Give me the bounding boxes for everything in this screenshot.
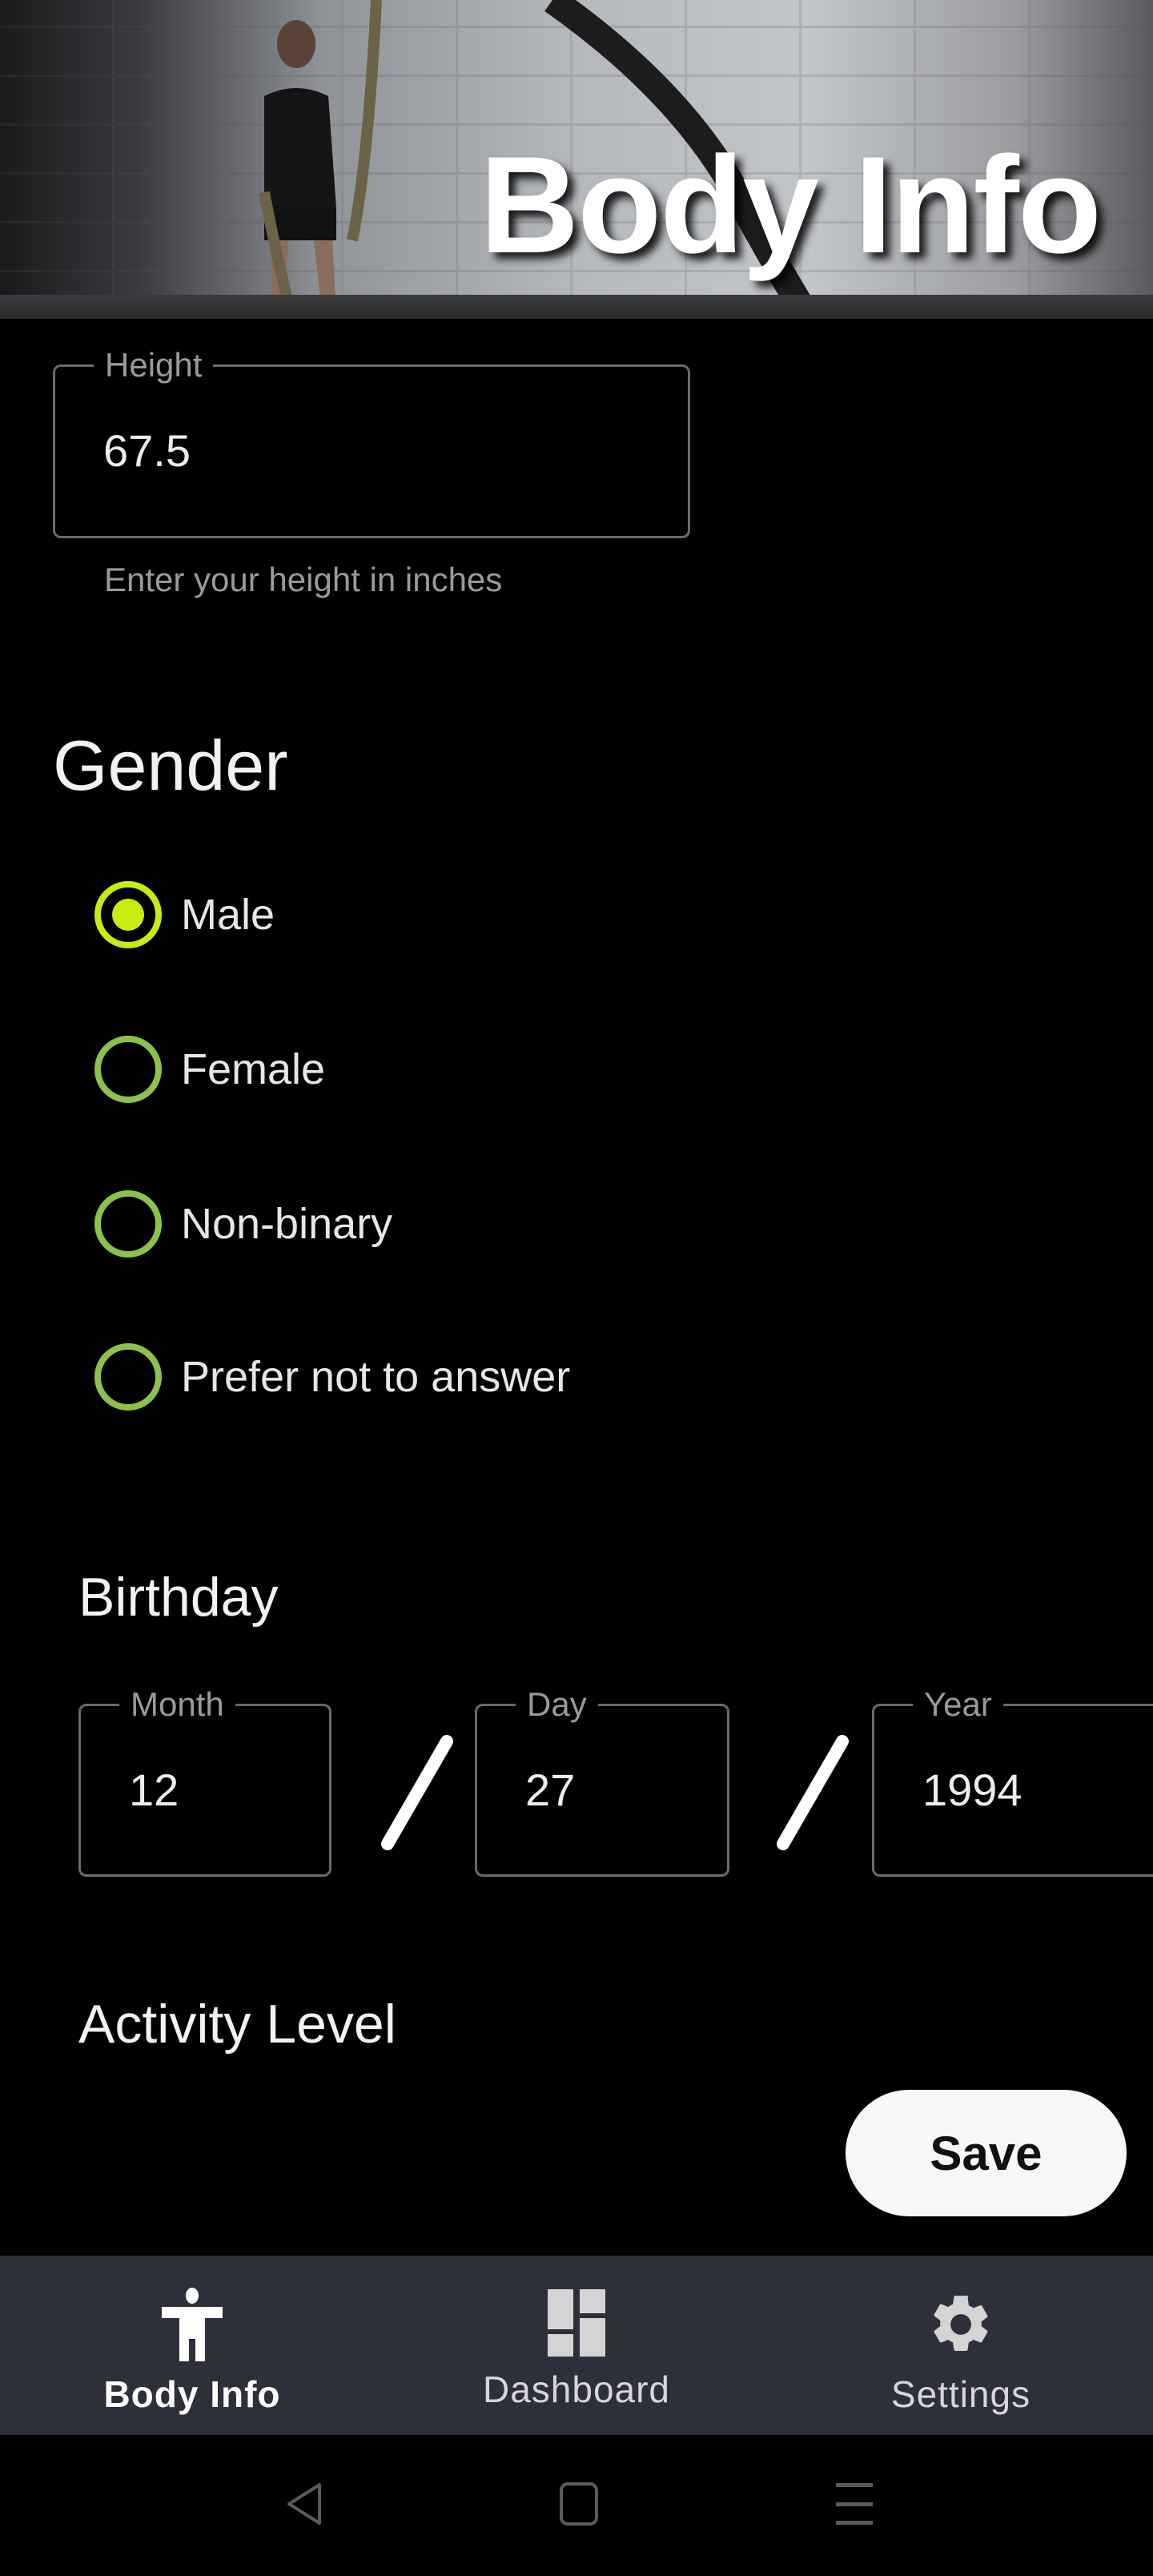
year-field-label: Year xyxy=(913,1685,1003,1724)
floor xyxy=(0,295,1153,319)
gender-heading: Gender xyxy=(53,726,288,805)
date-separator-slash xyxy=(777,1735,849,1850)
header-banner: Body Info xyxy=(0,0,1153,319)
radio-label: Prefer not to answer xyxy=(181,1353,571,1401)
activity-level-heading: Activity Level xyxy=(78,1994,396,2055)
home-icon[interactable] xyxy=(559,2481,599,2526)
month-input[interactable] xyxy=(129,1764,305,1816)
system-navigation-bar xyxy=(0,2435,1153,2576)
nav-label: Settings xyxy=(890,2373,1031,2415)
radio-female[interactable]: Female xyxy=(94,1033,325,1105)
birthday-heading: Birthday xyxy=(78,1567,279,1628)
nav-item-settings[interactable]: Settings xyxy=(769,2256,1153,2435)
year-input[interactable] xyxy=(922,1764,1131,1816)
day-field[interactable]: Day xyxy=(475,1685,729,1877)
radio-label: Non-binary xyxy=(181,1200,393,1248)
radio-label: Male xyxy=(181,891,275,939)
day-field-label: Day xyxy=(516,1685,598,1724)
height-field-label: Height xyxy=(94,346,214,384)
gear-icon xyxy=(934,2296,988,2351)
height-input[interactable] xyxy=(103,425,664,477)
year-field[interactable]: Year xyxy=(872,1685,1153,1877)
dashboard-icon xyxy=(548,2289,605,2357)
month-field[interactable]: Month xyxy=(78,1685,331,1877)
radio-selected-indicator[interactable] xyxy=(94,881,162,948)
back-icon[interactable] xyxy=(284,2481,324,2526)
bottom-navigation: Body Info Dashboard Settings xyxy=(0,2256,1153,2435)
date-separator-slash xyxy=(381,1735,453,1850)
recent-apps-icon[interactable] xyxy=(834,2481,874,2526)
radio-prefer-not-to-answer[interactable]: Prefer not to answer xyxy=(94,1341,570,1413)
nav-label: Dashboard xyxy=(482,2369,671,2410)
radio-indicator[interactable] xyxy=(94,1036,162,1103)
month-field-label: Month xyxy=(119,1685,235,1724)
page-title: Body Info xyxy=(480,128,1102,282)
radio-indicator[interactable] xyxy=(94,1190,162,1258)
nav-item-dashboard[interactable]: Dashboard xyxy=(384,2256,769,2435)
nav-label: Body Info xyxy=(103,2373,281,2415)
radio-male[interactable]: Male xyxy=(94,879,275,951)
day-input[interactable] xyxy=(525,1764,701,1816)
height-helper-text: Enter your height in inches xyxy=(104,561,503,598)
accessibility-icon xyxy=(162,2288,223,2361)
nav-item-body-info[interactable]: Body Info xyxy=(0,2256,384,2435)
radio-indicator[interactable] xyxy=(94,1343,162,1411)
save-button[interactable]: Save xyxy=(846,2090,1127,2216)
radio-non-binary[interactable]: Non-binary xyxy=(94,1188,392,1260)
radio-label: Female xyxy=(181,1045,326,1093)
height-field[interactable]: Height xyxy=(53,346,690,538)
